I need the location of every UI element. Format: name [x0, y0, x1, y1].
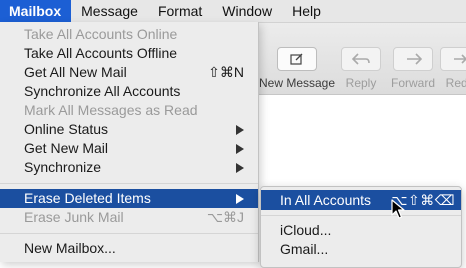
menu-item-label: Mark All Messages as Read	[24, 102, 198, 118]
submenu-item-label: In All Accounts	[280, 192, 372, 208]
mouse-pointer-icon	[391, 199, 405, 222]
reply-button[interactable]: Reply	[341, 47, 381, 90]
menu-item-label: New Mailbox...	[24, 240, 116, 256]
menu-item-label: Get All New Mail	[24, 64, 127, 80]
menu-help[interactable]: Help	[282, 0, 331, 22]
menu-item-take-all-online[interactable]: Take All Accounts Online	[0, 25, 258, 44]
menu-format[interactable]: Format	[148, 0, 212, 22]
forward-label: Forward	[391, 76, 436, 90]
forward-icon	[393, 47, 433, 71]
menu-item-shortcut: ⌥⌘J	[206, 209, 244, 225]
erase-deleted-submenu: In All Accounts ⌥⇧⌘⌫ iCloud... Gmail...	[260, 186, 462, 268]
new-message-button[interactable]: New Message	[259, 47, 335, 90]
menu-item-get-all-new-mail[interactable]: Get All New Mail ⇧⌘N	[0, 63, 258, 82]
menu-item-label: Erase Junk Mail	[24, 209, 124, 225]
reply-label: Reply	[345, 76, 377, 90]
menu-item-label: Synchronize All Accounts	[24, 83, 181, 99]
menu-item-take-all-offline[interactable]: Take All Accounts Offline	[0, 44, 258, 63]
new-message-label: New Message	[259, 76, 336, 90]
submenu-item-icloud[interactable]: iCloud...	[261, 220, 461, 240]
menu-item-get-new-mail[interactable]: Get New Mail	[0, 139, 258, 158]
submenu-item-in-all-accounts[interactable]: In All Accounts ⌥⇧⌘⌫	[261, 190, 461, 210]
menu-item-new-mailbox[interactable]: New Mailbox...	[0, 239, 258, 258]
menu-message[interactable]: Message	[71, 0, 148, 22]
submenu-item-label: iCloud...	[280, 222, 332, 238]
forward-button[interactable]: Forward	[391, 47, 435, 90]
submenu-arrow-icon	[236, 144, 244, 154]
submenu-item-label: Gmail...	[280, 241, 329, 257]
mailbox-menu: Take All Accounts Online Take All Accoun…	[0, 22, 259, 262]
reply-icon	[341, 47, 381, 71]
menu-bar: Mailbox Message Format Window Help	[0, 0, 466, 23]
submenu-separator	[261, 215, 461, 216]
menu-item-erase-deleted-items[interactable]: Erase Deleted Items	[0, 189, 258, 208]
redirect-button[interactable]: Redir	[440, 47, 466, 90]
menu-item-erase-junk-mail[interactable]: Erase Junk Mail ⌥⌘J	[0, 208, 258, 227]
menu-item-shortcut: ⇧⌘N	[208, 64, 244, 80]
menu-window[interactable]: Window	[212, 0, 282, 22]
menu-item-online-status[interactable]: Online Status	[0, 120, 258, 139]
menu-item-label: Online Status	[24, 121, 109, 137]
redirect-icon	[440, 47, 466, 71]
menu-item-label: Take All Accounts Offline	[24, 45, 178, 61]
submenu-arrow-icon	[236, 163, 244, 173]
compose-icon	[277, 47, 318, 71]
menu-item-synchronize-all[interactable]: Synchronize All Accounts	[0, 82, 258, 101]
submenu-item-gmail[interactable]: Gmail...	[261, 239, 461, 259]
menu-item-label: Erase Deleted Items	[24, 190, 151, 206]
menu-item-label: Take All Accounts Online	[24, 26, 178, 42]
menu-item-label: Get New Mail	[24, 140, 109, 156]
submenu-arrow-icon	[236, 194, 244, 204]
redirect-label: Redir	[445, 76, 466, 90]
menu-mailbox[interactable]: Mailbox	[0, 0, 72, 22]
menu-item-synchronize[interactable]: Synchronize	[0, 158, 258, 177]
menu-separator	[0, 183, 258, 184]
menu-item-label: Synchronize	[24, 159, 102, 175]
menu-separator	[0, 233, 258, 234]
submenu-arrow-icon	[236, 125, 244, 135]
menu-item-mark-all-read[interactable]: Mark All Messages as Read	[0, 101, 258, 120]
